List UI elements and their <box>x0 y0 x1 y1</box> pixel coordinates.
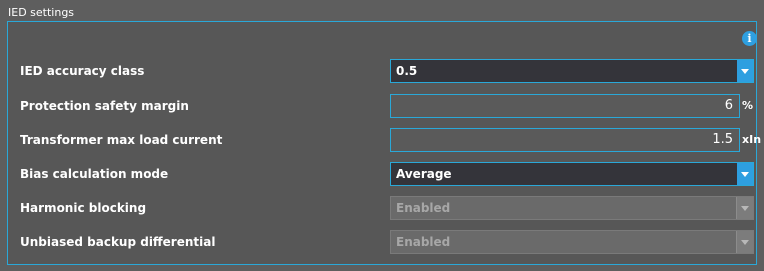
ied-accuracy-class-value: 0.5 <box>396 64 418 78</box>
unbiased-backup-differential-label: Unbiased backup differential <box>20 235 216 249</box>
unbiased-backup-differential-select: Enabled <box>390 230 754 254</box>
bias-calculation-mode-label: Bias calculation mode <box>20 167 169 181</box>
row-ied-accuracy-class: IED accuracy class 0.5 <box>0 58 764 84</box>
transformer-max-load-current-value: 1.5 <box>712 132 733 147</box>
info-icon[interactable]: i <box>742 31 757 46</box>
chevron-down-icon[interactable] <box>737 60 753 82</box>
protection-safety-margin-unit: % <box>742 99 754 112</box>
row-transformer-max-load-current: Transformer max load current 1.5 xIn <box>0 127 764 153</box>
row-protection-safety-margin: Protection safety margin 6 % <box>0 93 764 119</box>
bias-calculation-mode-select[interactable]: Average <box>390 162 754 186</box>
protection-safety-margin-value: 6 <box>724 98 733 113</box>
row-bias-calculation-mode: Bias calculation mode Average <box>0 161 764 187</box>
unbiased-backup-differential-value: Enabled <box>396 235 451 249</box>
row-harmonic-blocking: Harmonic blocking Enabled <box>0 195 764 221</box>
group-title: IED settings <box>8 6 75 19</box>
harmonic-blocking-value: Enabled <box>396 201 451 215</box>
transformer-max-load-current-input[interactable]: 1.5 <box>390 128 740 152</box>
row-unbiased-backup-differential: Unbiased backup differential Enabled <box>0 229 764 255</box>
harmonic-blocking-select: Enabled <box>390 196 754 220</box>
transformer-max-load-current-label: Transformer max load current <box>20 133 223 147</box>
protection-safety-margin-input[interactable]: 6 <box>390 94 740 118</box>
chevron-down-icon[interactable] <box>737 163 753 185</box>
transformer-max-load-current-unit: xIn <box>742 133 762 146</box>
chevron-down-icon <box>736 197 753 219</box>
ied-accuracy-class-label: IED accuracy class <box>20 64 145 78</box>
protection-safety-margin-label: Protection safety margin <box>20 99 189 113</box>
bias-calculation-mode-value: Average <box>396 167 452 181</box>
harmonic-blocking-label: Harmonic blocking <box>20 201 147 215</box>
ied-accuracy-class-select[interactable]: 0.5 <box>390 59 754 83</box>
chevron-down-icon <box>736 231 753 253</box>
